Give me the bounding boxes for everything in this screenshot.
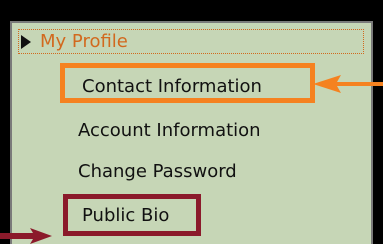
- orange-pointer-arrow: [313, 75, 383, 93]
- menu-item-account-information[interactable]: Account Information: [78, 120, 261, 142]
- contact-information-highlight: [60, 63, 315, 103]
- screenshot-frame: My Profile Contact Information Account I…: [0, 0, 383, 244]
- red-pointer-arrow: [0, 228, 52, 244]
- public-bio-highlight: [63, 194, 201, 236]
- my-profile-header[interactable]: My Profile: [18, 29, 364, 54]
- triangle-right-icon: [21, 35, 31, 49]
- my-profile-label: My Profile: [40, 31, 128, 52]
- profile-menu-panel: My Profile Contact Information Account I…: [10, 21, 373, 244]
- menu-item-change-password[interactable]: Change Password: [78, 161, 237, 183]
